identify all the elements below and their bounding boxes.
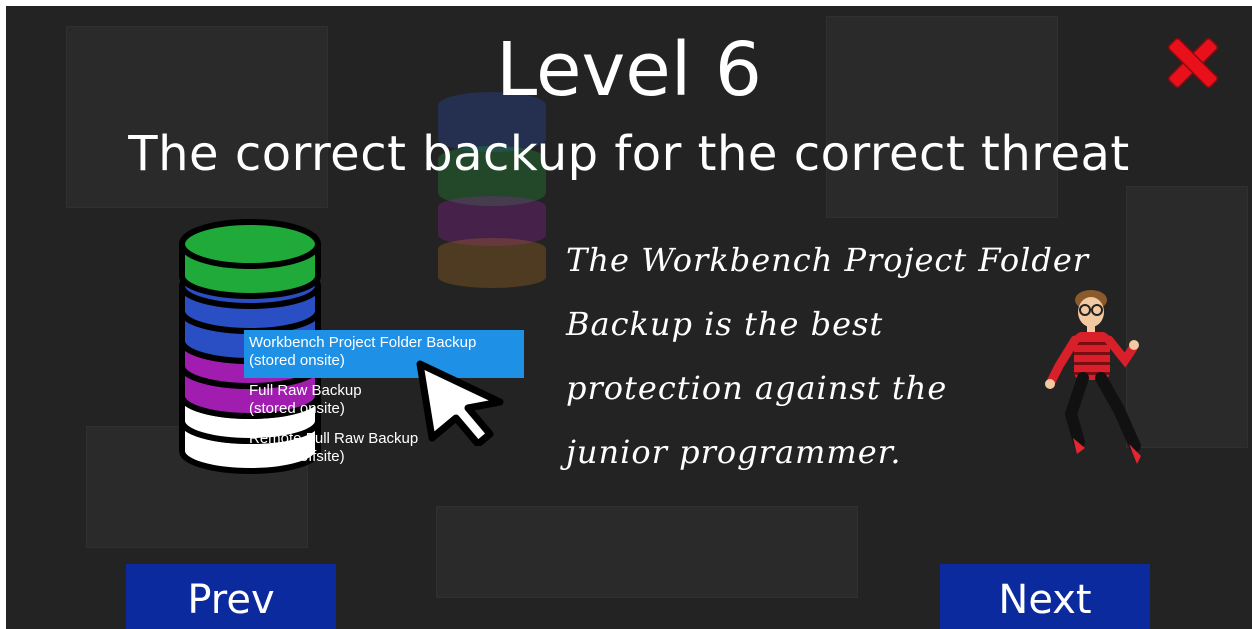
next-button[interactable]: Next [940, 564, 1150, 629]
level-subtitle: The correct backup for the correct threa… [128, 126, 1130, 182]
description-line: The Workbench Project Folder [566, 241, 1090, 279]
game-screen: Level 6 The correct backup for the corre… [6, 6, 1252, 629]
background-ghost-disk [438, 238, 546, 288]
prev-button[interactable]: Prev [126, 564, 336, 629]
backup-option-name: Workbench Project Folder Backup [249, 334, 477, 351]
backup-option-location: (stored offsite) [249, 448, 345, 465]
programmer-character [1045, 290, 1141, 464]
pointer-cursor-icon [416, 360, 504, 446]
close-x-icon[interactable] [1162, 32, 1224, 94]
background-panel [436, 506, 858, 598]
level-title: Level 6 [496, 27, 762, 113]
